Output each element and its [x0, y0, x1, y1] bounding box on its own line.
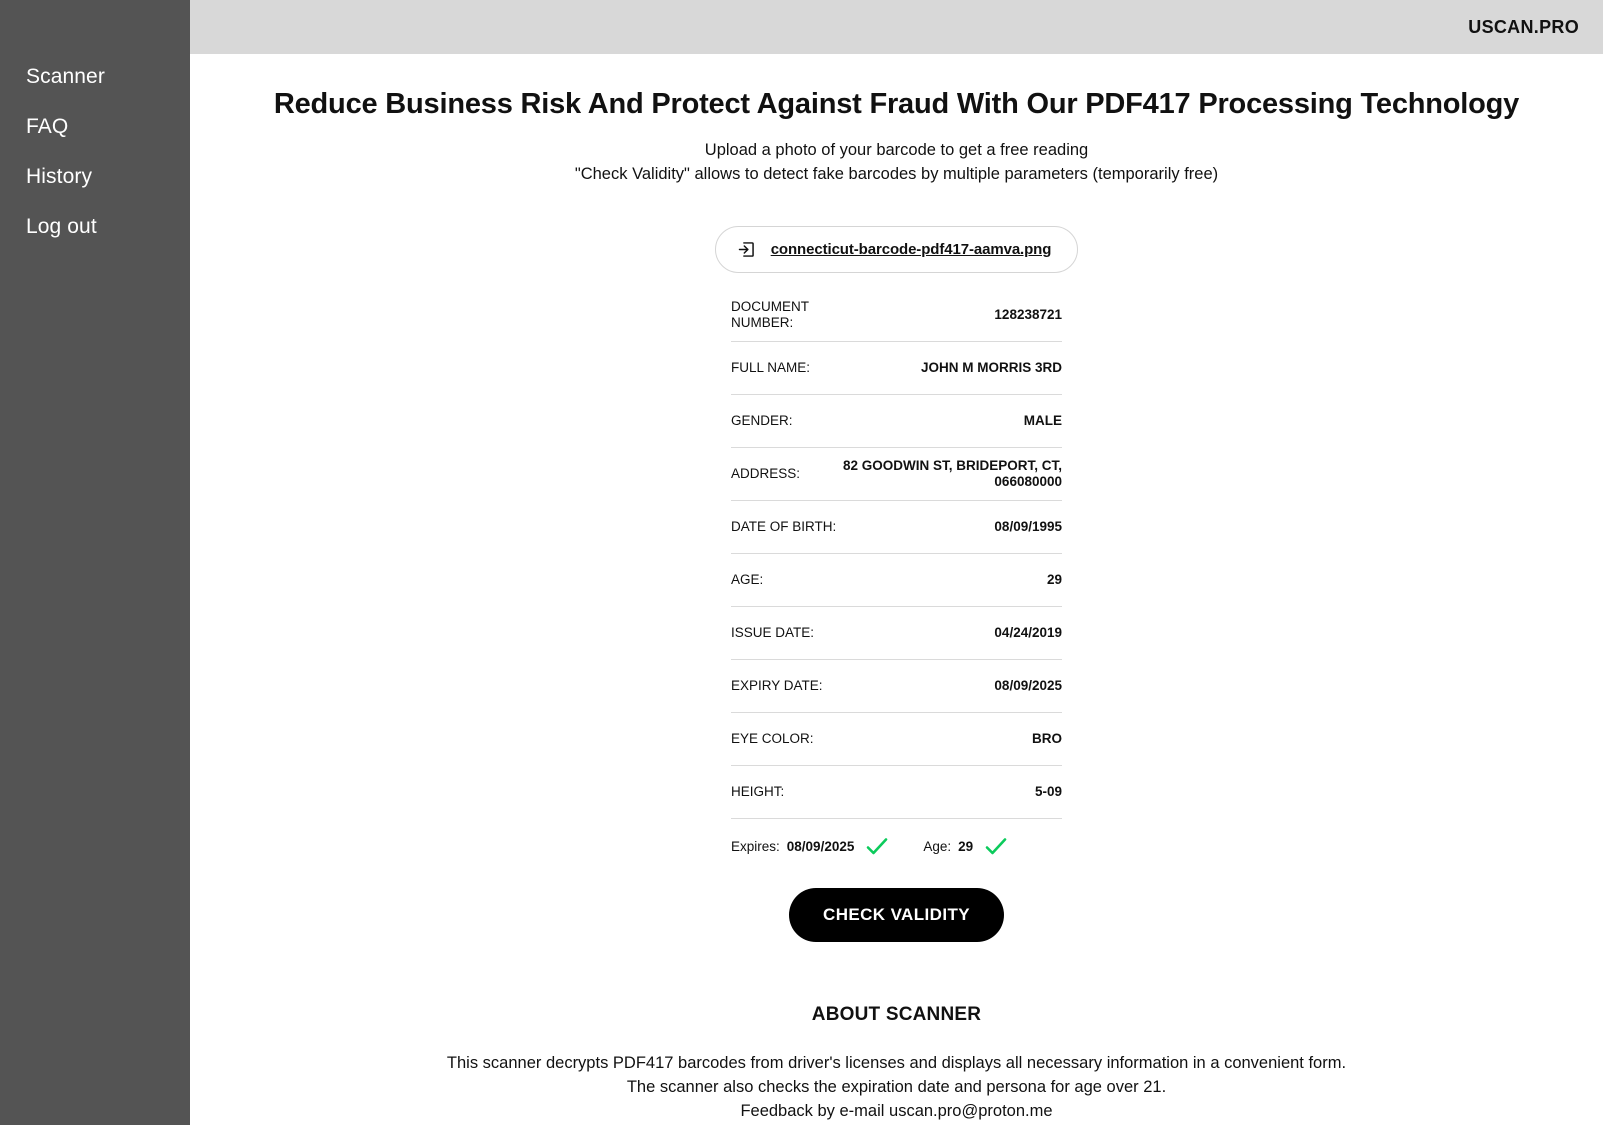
field-issue-date: ISSUE DATE: 04/24/2019 [731, 607, 1062, 661]
about-line-3: Feedback by e-mail uscan.pro@proton.me [740, 1101, 1053, 1120]
expires-value: 08/09/2025 [786, 839, 855, 855]
field-value: 82 GOODWIN ST, BRIDEPORT, CT, 066080000 [842, 457, 1062, 490]
field-label: DATE OF BIRTH: [731, 518, 837, 534]
field-value: 04/24/2019 [994, 624, 1062, 640]
field-value: 29 [1046, 571, 1062, 587]
lead-text: Upload a photo of your barcode to get a … [190, 139, 1603, 186]
field-label: GENDER: [731, 412, 793, 428]
sidebar-item-log-out[interactable]: Log out [0, 216, 190, 237]
age-value: 29 [958, 839, 974, 855]
field-address: ADDRESS: 82 GOODWIN ST, BRIDEPORT, CT, 0… [731, 448, 1062, 502]
age-status: Age: 29 [923, 837, 1008, 856]
about-line-1: This scanner decrypts PDF417 barcodes fr… [446, 1054, 1347, 1073]
age-label: Age: [923, 839, 952, 855]
field-value: 08/09/1995 [994, 518, 1062, 534]
expires-label: Expires: [731, 839, 780, 855]
check-icon [865, 837, 889, 856]
field-label: EYE COLOR: [731, 730, 814, 746]
field-date-of-birth: DATE OF BIRTH: 08/09/1995 [731, 501, 1062, 555]
field-label: FULL NAME: [731, 359, 811, 375]
content-column: USCAN.PRO Reduce Business Risk And Prote… [190, 0, 1603, 1125]
main-content: Reduce Business Risk And Protect Against… [190, 54, 1603, 1125]
top-bar: USCAN.PRO [190, 0, 1603, 54]
field-value: BRO [1032, 730, 1062, 746]
field-value: 08/09/2025 [994, 677, 1062, 693]
about-section: ABOUT SCANNER This scanner decrypts PDF4… [190, 1004, 1603, 1123]
validation-summary: Expires: 08/09/2025 Age: 29 [731, 837, 1062, 856]
field-label: ADDRESS: [731, 465, 801, 481]
field-label: EXPIRY DATE: [731, 677, 823, 693]
brand-logo[interactable]: USCAN.PRO [1468, 17, 1579, 38]
barcode-fields-table: DOCUMENT NUMBER: 128238721 FULL NAME: JO… [731, 289, 1062, 820]
field-label: HEIGHT: [731, 783, 785, 799]
about-title: ABOUT SCANNER [811, 1004, 982, 1026]
uploaded-file-name[interactable]: connecticut-barcode-pdf417-aamva.png [771, 241, 1052, 258]
check-validity-button[interactable]: CHECK VALIDITY [789, 888, 1004, 943]
field-label: AGE: [731, 571, 764, 587]
field-age: AGE: 29 [731, 554, 1062, 608]
sidebar-item-faq[interactable]: FAQ [0, 116, 190, 137]
cta-row: CHECK VALIDITY [190, 888, 1603, 943]
field-value: JOHN M MORRIS 3RD [920, 359, 1062, 375]
lead-line-1: Upload a photo of your barcode to get a … [704, 141, 1089, 160]
field-gender: GENDER: MALE [731, 395, 1062, 449]
field-expiry-date: EXPIRY DATE: 08/09/2025 [731, 660, 1062, 714]
about-line-2: The scanner also checks the expiration d… [626, 1077, 1167, 1096]
expires-status: Expires: 08/09/2025 [731, 837, 889, 856]
field-value: MALE [1023, 412, 1062, 428]
sidebar: Scanner FAQ History Log out [0, 0, 190, 1125]
field-document-number: DOCUMENT NUMBER: 128238721 [731, 289, 1062, 343]
field-eye-color: EYE COLOR: BRO [731, 713, 1062, 767]
sidebar-item-history[interactable]: History [0, 166, 190, 187]
field-height: HEIGHT: 5-09 [731, 766, 1062, 820]
field-full-name: FULL NAME: JOHN M MORRIS 3RD [731, 342, 1062, 396]
check-icon [984, 837, 1008, 856]
field-value: 5-09 [1034, 783, 1062, 799]
field-label: DOCUMENT NUMBER: [731, 298, 809, 331]
lead-line-2: "Check Validity" allows to detect fake b… [574, 164, 1219, 183]
import-arrow-icon [736, 239, 757, 260]
sidebar-item-scanner[interactable]: Scanner [0, 66, 190, 87]
field-value: 128238721 [994, 306, 1062, 322]
page-title: Reduce Business Risk And Protect Against… [273, 88, 1520, 120]
app-root: Scanner FAQ History Log out USCAN.PRO Re… [0, 0, 1603, 1125]
uploaded-file-chip[interactable]: connecticut-barcode-pdf417-aamva.png [714, 226, 1079, 274]
field-label: ISSUE DATE: [731, 624, 815, 640]
